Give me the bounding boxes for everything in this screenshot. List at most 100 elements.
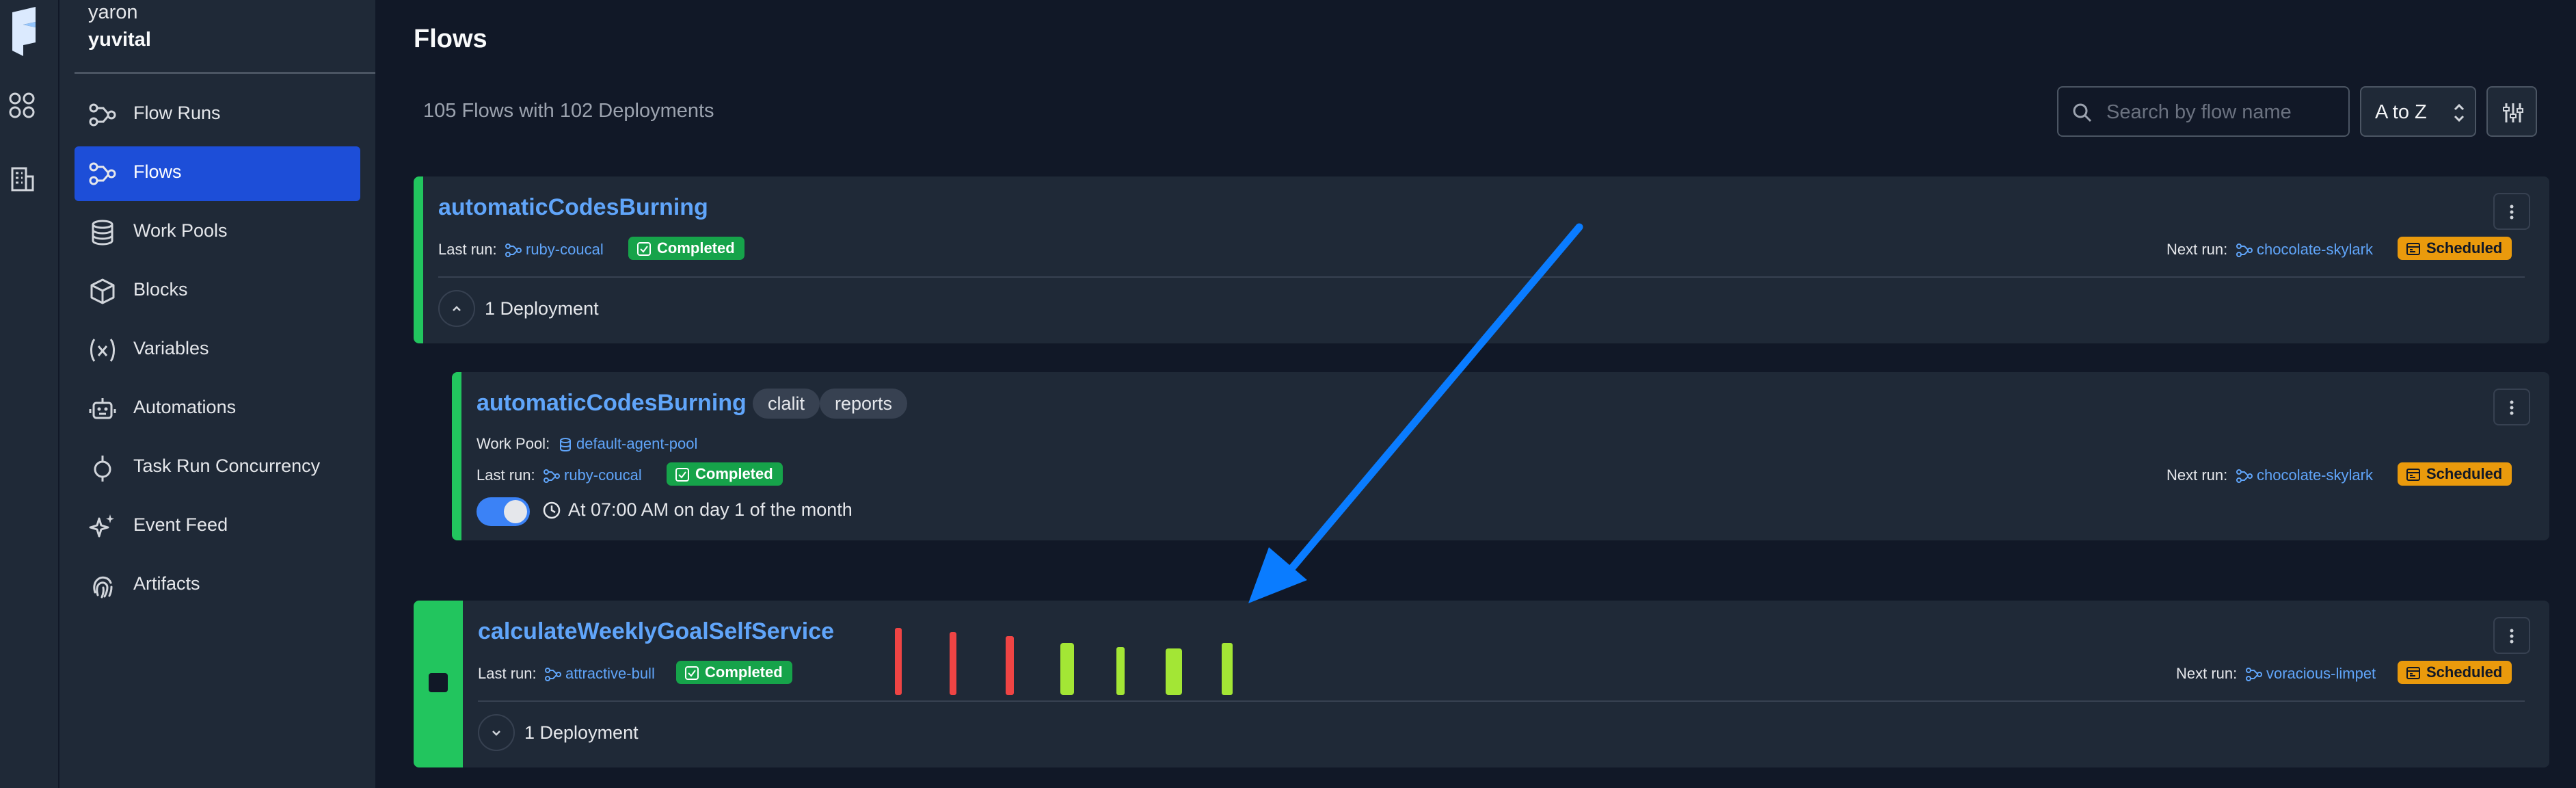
status-bar [452,372,461,540]
work-pool-link[interactable]: default-agent-pool [559,435,697,453]
flow-card: automaticCodesBurning Last run: ruby-cou… [414,176,2549,343]
state-label: Completed [695,465,773,482]
sparkles-icon [89,514,114,538]
sidebar: yaron yuvital Flow Runs Flows Work Pools… [59,0,375,788]
state-label: Scheduled [2426,239,2503,257]
select-checkbox[interactable] [429,673,448,692]
next-run-link[interactable]: voracious-limpet [2246,665,2376,683]
state-label: Scheduled [2426,465,2503,482]
sidebar-item-label: Flows [133,161,182,182]
sidebar-item-flows[interactable]: Flows [75,146,360,201]
sidebar-item-artifacts[interactable]: Artifacts [75,558,360,613]
sidebar-item-label: Blocks [133,279,188,300]
robot-icon [89,398,116,419]
next-run-link[interactable]: chocolate-skylark [2236,467,2373,484]
sidebar-item-task-run-concurrency[interactable]: Task Run Concurrency [75,441,360,495]
deployment-name-link[interactable]: automaticCodesBurning [477,390,747,417]
calendar-icon [2406,667,2420,679]
sort-select[interactable]: A to Z [2360,86,2476,137]
main-content: Flows 105 Flows with 102 Deployments Sea… [375,0,2576,788]
last-run-label: Last run: [478,665,537,682]
scheduled-badge: Scheduled [2398,462,2512,486]
chevron-up-down-icon [2454,103,2465,122]
sidebar-item-label: Artifacts [133,573,200,594]
flow-name-link[interactable]: calculateWeeklyGoalSelfService [478,618,834,645]
sliders-icon [2503,103,2523,122]
run-history-bar-completed[interactable] [1222,643,1233,695]
check-square-icon [675,468,689,482]
schedule-description: At 07:00 AM on day 1 of the month [568,499,853,520]
calendar-icon [2406,243,2420,255]
icon-rail [0,0,59,788]
work-pool-label: Work Pool: [477,435,550,452]
check-square-icon [637,242,651,256]
sidebar-item-variables[interactable]: Variables [75,323,360,378]
deployment-menu-button[interactable] [2493,389,2530,425]
toggle-knob [504,500,527,523]
completed-badge: Completed [667,462,783,486]
run-history-bar-completed[interactable] [1060,643,1074,695]
next-run-name: chocolate-skylark [2257,467,2373,484]
database-icon [560,438,571,452]
workspace-name: yuvital [88,29,151,51]
flow-run-icon [544,469,560,483]
workspace-switcher[interactable]: yaron yuvital [75,0,375,74]
sidebar-item-label: Flow Runs [133,103,221,123]
flow-run-icon [545,668,561,681]
sidebar-item-work-pools[interactable]: Work Pools [75,205,360,260]
sidebar-item-event-feed[interactable]: Event Feed [75,499,360,554]
sidebar-item-automations[interactable]: Automations [75,382,360,436]
flow-run-icon [2236,469,2253,483]
next-run-link[interactable]: chocolate-skylark [2236,241,2373,259]
filter-button[interactable] [2486,86,2537,137]
last-run-link[interactable]: ruby-coucal [544,467,642,484]
next-run-label: Next run: [2176,665,2238,682]
run-history-bar-completed[interactable] [1166,648,1182,695]
next-run-name: chocolate-skylark [2257,241,2373,258]
flow-menu-button[interactable] [2493,617,2530,654]
last-run-link[interactable]: ruby-coucal [505,241,604,259]
work-pool-name: default-agent-pool [576,435,698,452]
state-label: Scheduled [2426,664,2503,681]
sidebar-item-label: Work Pools [133,220,228,241]
schedule-text: At 07:00 AM on day 1 of the month [542,499,853,521]
search-input[interactable]: Search by flow name [2057,86,2350,137]
flow-card-selected: calculateWeeklyGoalSelfService Last run:… [414,601,2549,767]
check-square-icon [685,666,699,680]
flow-runs-icon [89,103,116,127]
next-run-label: Next run: [2166,467,2228,484]
flow-run-icon [2236,244,2253,257]
last-run-link[interactable]: attractive-bull [545,665,655,683]
last-run-name: ruby-coucal [564,467,642,484]
chevron-up-icon [453,306,461,311]
expand-deployments-button[interactable] [478,714,515,751]
deployments-count: 1 Deployment [485,298,599,319]
last-run-label: Last run: [438,241,497,258]
last-run-name: attractive-bull [565,665,655,682]
run-history-bar-failed[interactable] [950,632,956,695]
sort-value: A to Z [2375,101,2427,123]
sidebar-item-flow-runs[interactable]: Flow Runs [75,88,360,142]
dashboard-icon[interactable] [8,92,36,119]
run-history-bar-failed[interactable] [1006,636,1014,695]
more-vertical-icon [2510,400,2514,415]
sidebar-item-blocks[interactable]: Blocks [75,264,360,319]
deployments-count: 1 Deployment [524,722,639,743]
state-label: Completed [705,664,783,681]
prefect-logo-icon[interactable] [8,7,48,56]
flow-menu-button[interactable] [2493,193,2530,230]
last-run-label: Last run: [477,467,535,484]
flow-name-link[interactable]: automaticCodesBurning [438,194,708,221]
collapse-deployments-button[interactable] [438,290,475,327]
search-icon [2073,103,2092,122]
schedule-toggle[interactable] [477,497,530,526]
fingerprint-icon [93,576,113,599]
run-history-bar-failed[interactable] [895,628,902,695]
deployment-card: automaticCodesBurning clalit reports Wor… [452,372,2549,540]
building-icon[interactable] [8,166,36,193]
divider [438,276,2525,278]
sidebar-item-label: Task Run Concurrency [133,456,321,476]
run-history-bar-completed[interactable] [1116,647,1125,695]
sidebar-item-label: Automations [133,397,237,417]
state-label: Completed [657,239,735,257]
